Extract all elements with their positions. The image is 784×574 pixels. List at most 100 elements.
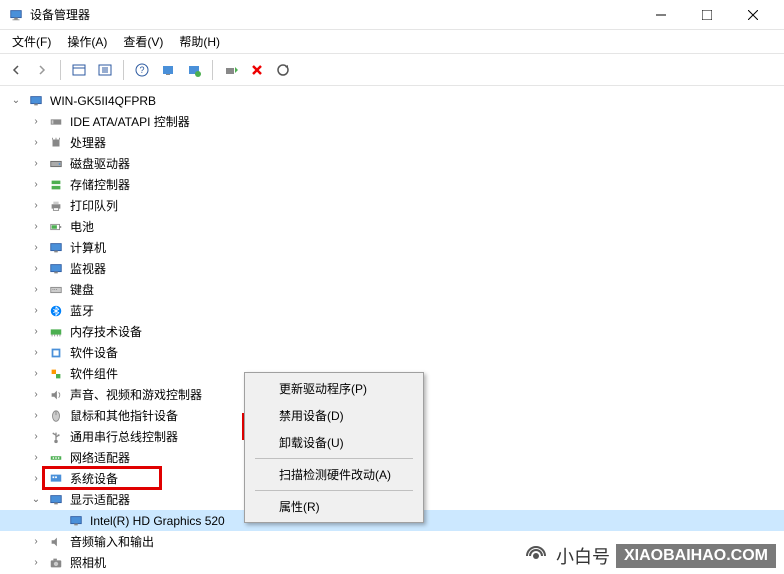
- tree-category-software[interactable]: › 软件设备: [0, 342, 784, 363]
- expand-icon[interactable]: ›: [28, 261, 44, 277]
- printer-icon: [48, 198, 64, 214]
- help-button[interactable]: ?: [130, 58, 154, 82]
- enable-button[interactable]: [219, 58, 243, 82]
- close-button[interactable]: [730, 0, 776, 30]
- tree-category-bluetooth[interactable]: ›蓝牙: [0, 300, 784, 321]
- tree-label: WIN-GK5II4QFPRB: [48, 93, 158, 109]
- expand-icon[interactable]: ›: [28, 240, 44, 256]
- software-icon: [48, 345, 64, 361]
- window-controls: [638, 0, 776, 30]
- expand-icon[interactable]: ›: [28, 471, 44, 487]
- expand-icon[interactable]: ›: [28, 429, 44, 445]
- expand-icon[interactable]: ›: [28, 408, 44, 424]
- expand-icon[interactable]: ⌄: [8, 93, 24, 109]
- expand-icon[interactable]: ›: [28, 198, 44, 214]
- forward-button[interactable]: [30, 58, 54, 82]
- menu-file[interactable]: 文件(F): [4, 31, 59, 52]
- battery-icon: [48, 219, 64, 235]
- expand-icon[interactable]: ›: [28, 555, 44, 571]
- tree-label: 声音、视频和游戏控制器: [68, 385, 204, 404]
- context-menu-item-1[interactable]: 禁用设备(D): [247, 402, 421, 429]
- tree-label: 打印队列: [68, 196, 120, 215]
- show-hidden-button[interactable]: [67, 58, 91, 82]
- svg-text:?: ?: [139, 65, 144, 75]
- expand-icon[interactable]: ›: [28, 303, 44, 319]
- expand-icon[interactable]: ›: [28, 156, 44, 172]
- tree-root[interactable]: ⌄ WIN-GK5II4QFPRB: [0, 90, 784, 111]
- tree-label: 鼠标和其他指针设备: [68, 406, 180, 425]
- expand-icon[interactable]: ›: [28, 345, 44, 361]
- tree-label: 显示适配器: [68, 490, 132, 509]
- tree-label: 监视器: [68, 259, 108, 278]
- window-title: 设备管理器: [30, 6, 638, 23]
- refresh-button[interactable]: [271, 58, 295, 82]
- menu-help[interactable]: 帮助(H): [171, 31, 228, 52]
- menu-action[interactable]: 操作(A): [59, 31, 115, 52]
- context-menu-item-4[interactable]: 扫描检测硬件改动(A): [247, 461, 421, 488]
- tree-label: 存储控制器: [68, 175, 132, 194]
- context-menu-separator: [255, 490, 413, 491]
- storage-icon: [48, 177, 64, 193]
- update-button[interactable]: [182, 58, 206, 82]
- minimize-button[interactable]: [638, 0, 684, 30]
- tree-category-monitor[interactable]: › 监视器: [0, 258, 784, 279]
- menubar: 文件(F) 操作(A) 查看(V) 帮助(H): [0, 30, 784, 54]
- footer-watermark: 小白号 XIAOBAIHAO.COM: [522, 542, 776, 570]
- expand-icon[interactable]: ⌄: [28, 492, 44, 508]
- ide-icon: [48, 114, 64, 130]
- tree-category-battery[interactable]: › 电池: [0, 216, 784, 237]
- context-menu-item-0[interactable]: 更新驱动程序(P): [247, 375, 421, 402]
- audio-icon: [48, 534, 64, 550]
- app-icon: [8, 7, 24, 23]
- tree-category-disk[interactable]: ›磁盘驱动器: [0, 153, 784, 174]
- tree-category-ide[interactable]: ›IDE ATA/ATAPI 控制器: [0, 111, 784, 132]
- tree-label: 通用串行总线控制器: [68, 427, 180, 446]
- expand-icon[interactable]: ›: [28, 450, 44, 466]
- tree-category-storage[interactable]: › 存储控制器: [0, 174, 784, 195]
- monitor-icon: [48, 261, 64, 277]
- tree-category-cpu[interactable]: ›处理器: [0, 132, 784, 153]
- tree-category-computer[interactable]: › 计算机: [0, 237, 784, 258]
- context-menu-item-6[interactable]: 属性(R): [247, 493, 421, 520]
- computer-icon: [48, 240, 64, 256]
- tree-label: 计算机: [68, 238, 108, 257]
- tree-label: 电池: [68, 217, 96, 236]
- context-menu-item-2[interactable]: 卸载设备(U): [247, 429, 421, 456]
- tree-label: 键盘: [68, 280, 96, 299]
- properties-button[interactable]: [93, 58, 117, 82]
- expand-icon[interactable]: ›: [28, 366, 44, 382]
- tree-label: 音频输入和输出: [68, 532, 156, 551]
- display-icon: [48, 492, 64, 508]
- expand-icon[interactable]: ›: [28, 177, 44, 193]
- camera-icon: [48, 555, 64, 571]
- expand-icon[interactable]: ›: [28, 324, 44, 340]
- tree-label: 内存技术设备: [68, 322, 144, 341]
- back-button[interactable]: [4, 58, 28, 82]
- expand-icon[interactable]: ›: [28, 282, 44, 298]
- bluetooth-icon: [48, 303, 64, 319]
- mouse-icon: [48, 408, 64, 424]
- expand-icon[interactable]: ›: [28, 135, 44, 151]
- tree-category-memory[interactable]: › 内存技术设备: [0, 321, 784, 342]
- tree-label: 软件设备: [68, 343, 120, 362]
- menu-view[interactable]: 查看(V): [115, 31, 171, 52]
- display-icon: [68, 513, 84, 529]
- scan-button[interactable]: [156, 58, 180, 82]
- tree-label: 软件组件: [68, 364, 120, 383]
- computer-icon: [28, 93, 44, 109]
- titlebar: 设备管理器: [0, 0, 784, 30]
- keyboard-icon: [48, 282, 64, 298]
- sound-icon: [48, 387, 64, 403]
- tree-label: 网络适配器: [68, 448, 132, 467]
- uninstall-button[interactable]: [245, 58, 269, 82]
- expand-icon[interactable]: ›: [28, 219, 44, 235]
- maximize-button[interactable]: [684, 0, 730, 30]
- expand-icon[interactable]: ›: [28, 534, 44, 550]
- context-menu-separator: [255, 458, 413, 459]
- tree-label: 系统设备: [68, 469, 120, 488]
- expand-icon[interactable]: ›: [28, 387, 44, 403]
- usb-icon: [48, 429, 64, 445]
- expand-icon[interactable]: ›: [28, 114, 44, 130]
- tree-category-printer[interactable]: › 打印队列: [0, 195, 784, 216]
- tree-category-keyboard[interactable]: › 键盘: [0, 279, 784, 300]
